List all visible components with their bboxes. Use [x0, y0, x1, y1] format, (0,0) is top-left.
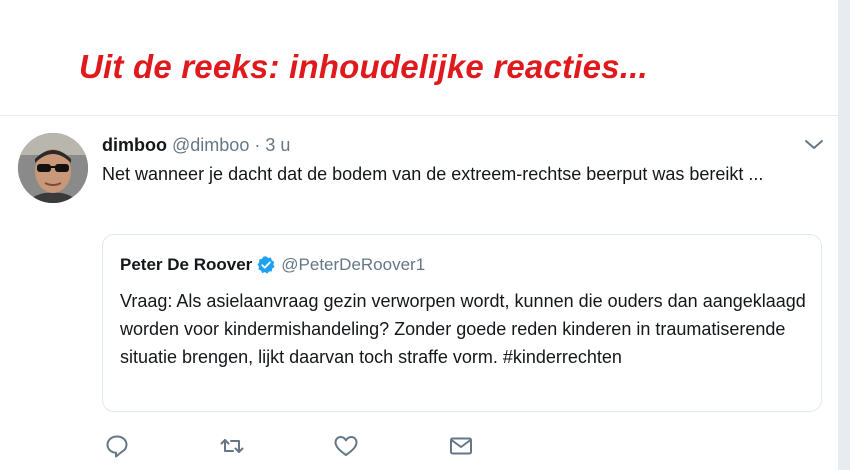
header-separator: · — [254, 135, 261, 155]
quoted-author-handle: @PeterDeRoover1 — [281, 255, 426, 274]
quoted-tweet-header: Peter De Roover @PeterDeRoover1 — [120, 255, 425, 275]
retweet-button[interactable] — [219, 433, 245, 459]
tweet-text: Net wanneer je dacht dat de bodem van de… — [102, 164, 764, 184]
retweet-icon — [220, 439, 244, 453]
avatar[interactable] — [18, 133, 88, 203]
chevron-down-icon[interactable] — [803, 137, 825, 153]
divider — [0, 115, 838, 116]
envelope-icon — [450, 437, 472, 455]
quoted-tweet-text: Vraag: Als asielaanvraag gezin verworpen… — [120, 291, 806, 367]
heart-icon — [334, 436, 358, 456]
author-handle[interactable]: @dimboo — [172, 135, 249, 155]
tweet-timestamp[interactable]: 3 u — [265, 135, 290, 155]
reply-icon — [106, 435, 128, 458]
message-button[interactable] — [448, 433, 474, 459]
verified-badge-icon — [257, 256, 275, 274]
avatar-image — [18, 133, 88, 203]
like-button[interactable] — [333, 433, 359, 459]
page-background — [838, 0, 850, 470]
tweet-header: dimboo @dimboo · 3 u — [102, 135, 290, 156]
author-name[interactable]: dimboo — [102, 135, 167, 155]
quoted-author-name: Peter De Roover — [120, 255, 253, 274]
quoted-tweet[interactable]: Peter De Roover @PeterDeRoover1 Vraag: A… — [102, 234, 822, 412]
reply-button[interactable] — [104, 433, 130, 459]
tweet-card: Uit de reeks: inhoudelijke reacties... d… — [0, 0, 838, 470]
headline: Uit de reeks: inhoudelijke reacties... — [79, 48, 648, 85]
